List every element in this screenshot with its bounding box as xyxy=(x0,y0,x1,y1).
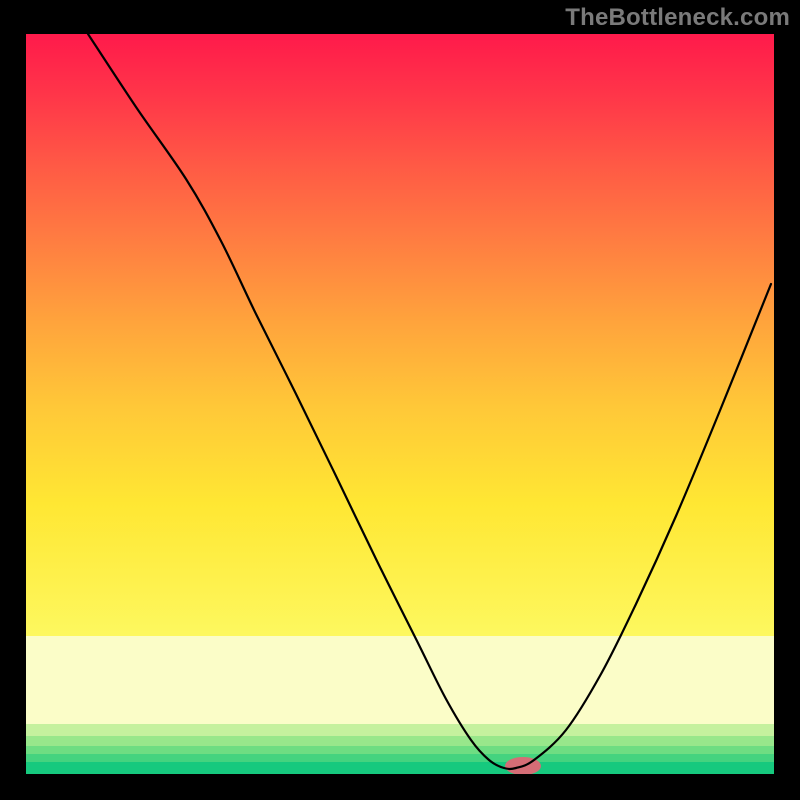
band-green-1 xyxy=(26,746,774,754)
plot-area xyxy=(26,34,774,774)
band-lime-1 xyxy=(26,724,774,736)
chart-frame: TheBottleneck.com xyxy=(0,0,800,800)
band-pale-yellow xyxy=(26,636,774,724)
chart-svg xyxy=(26,34,774,774)
band-lime-2 xyxy=(26,736,774,746)
band-green-2 xyxy=(26,754,774,762)
watermark-text: TheBottleneck.com xyxy=(565,4,790,32)
band-green-3 xyxy=(26,762,774,774)
